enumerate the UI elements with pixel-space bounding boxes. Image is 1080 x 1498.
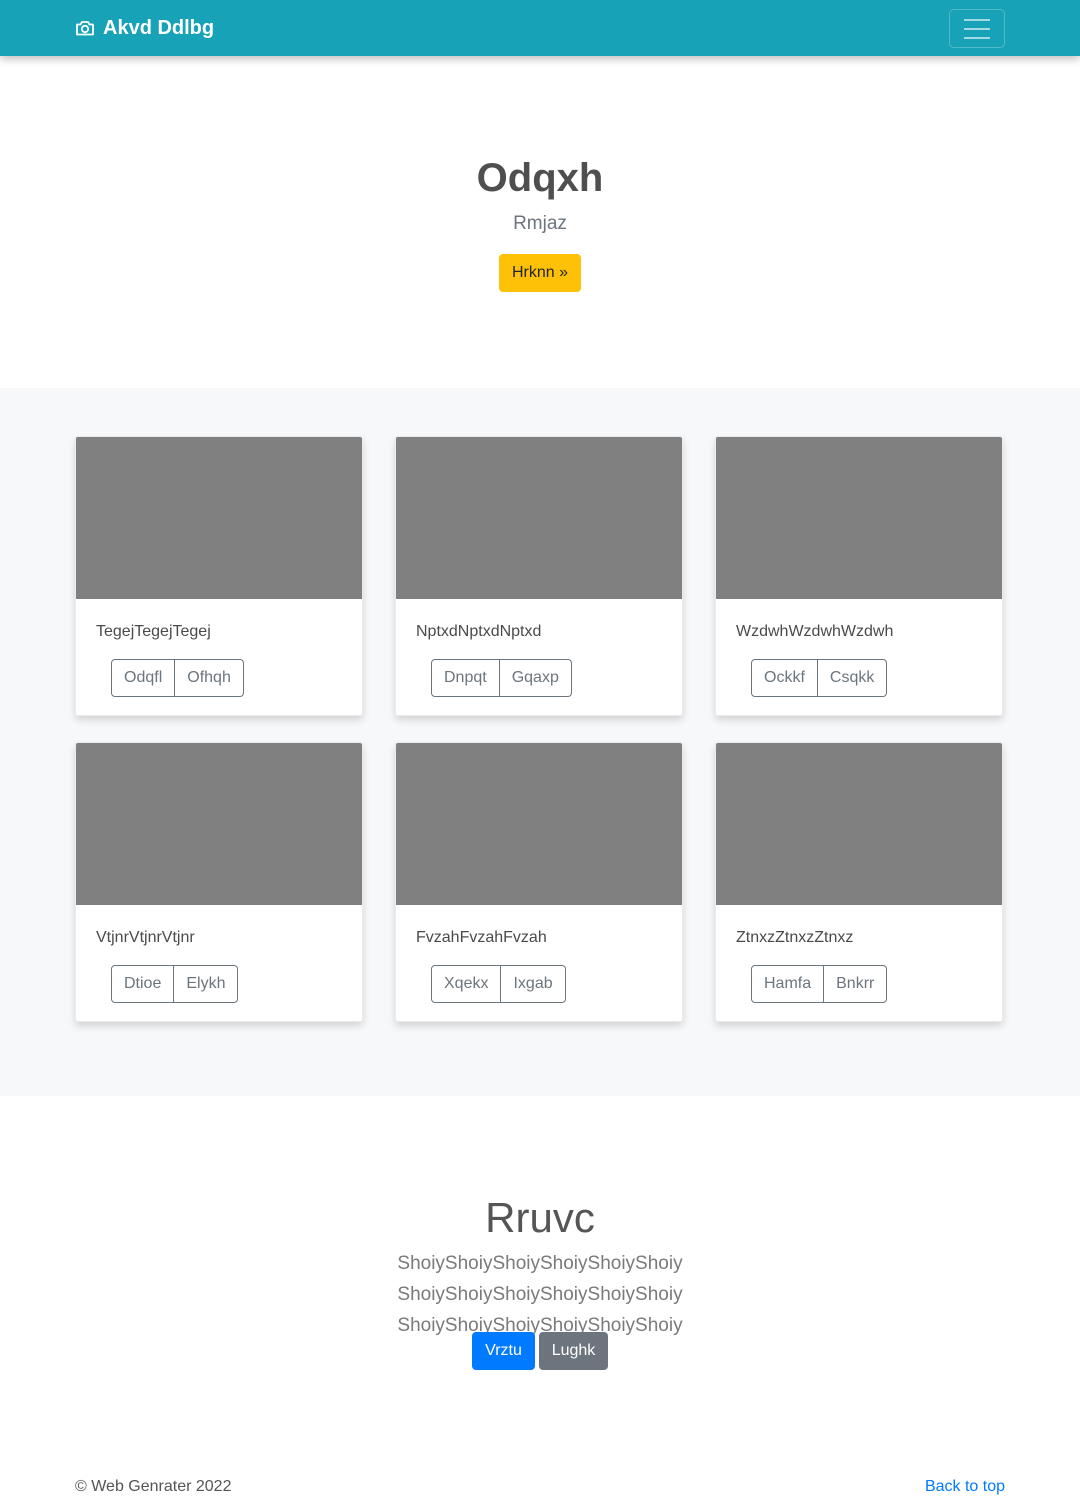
card-thumbnail [716, 743, 1002, 905]
brand-link[interactable]: Akvd Ddlbg [75, 14, 214, 42]
hamburger-menu-icon [964, 18, 990, 21]
cta-title: Rruvc [485, 1194, 595, 1241]
card-text: ZtnxzZtnxzZtnxz [736, 929, 854, 946]
card-view-button[interactable]: Hamfa [751, 965, 825, 1003]
hero-subtitle: Rmjaz [513, 213, 567, 234]
navbar: Akvd Ddlbg [0, 0, 1080, 56]
card-view-button[interactable]: Xqekx [431, 965, 502, 1003]
card-edit-button[interactable]: Ofhqh [174, 659, 244, 697]
card-view-button[interactable]: Dtioe [111, 965, 175, 1003]
card-text: FvzahFvzahFvzah [416, 929, 547, 946]
hero-section: Odqxh Rmjaz Hrknn » [0, 56, 1080, 388]
card-button-group: Xqekx Ixgab [431, 965, 566, 1003]
card-text: TegejTegejTegej [96, 623, 211, 640]
back-to-top-link[interactable]: Back to top [925, 1477, 1005, 1497]
card-text: NptxdNptxdNptxd [416, 623, 542, 640]
card-edit-button[interactable]: Csqkk [816, 659, 888, 697]
card-edit-button[interactable]: Elykh [173, 965, 239, 1003]
camera-icon [75, 19, 95, 37]
album-section: TegejTegejTegej Odqfl Ofhqh NptxdNptxdNp… [0, 388, 1080, 1096]
card-thumbnail [396, 743, 682, 905]
hero-button[interactable]: Hrknn » [499, 254, 581, 292]
cta-section: Rruvc ShoiyShoiyShoiyShoiyShoiyShoiy Sho… [0, 1096, 1080, 1436]
album-card: TegejTegejTegej Odqfl Ofhqh [75, 436, 363, 716]
brand-name: Akvd Ddlbg [103, 16, 215, 39]
card-button-group: Odqfl Ofhqh [111, 659, 244, 697]
card-thumbnail [76, 743, 362, 905]
album-card: WzdwhWzdwhWzdwh Ockkf Csqkk [715, 436, 1003, 716]
card-edit-button[interactable]: Bnkrr [823, 965, 888, 1003]
album-card: NptxdNptxdNptxd Dnpqt Gqaxp [395, 436, 683, 716]
card-button-group: Ockkf Csqkk [751, 659, 888, 697]
cta-text: ShoiyShoiyShoiyShoiyShoiyShoiy ShoiyShoi… [397, 1253, 683, 1336]
card-button-group: Dnpqt Gqaxp [431, 659, 572, 697]
album-card: FvzahFvzahFvzah Xqekx Ixgab [395, 742, 683, 1022]
hero-title: Odqxh [476, 156, 604, 200]
card-view-button[interactable]: Odqfl [111, 659, 176, 697]
card-button-group: Hamfa Bnkrr [751, 965, 888, 1003]
card-view-button[interactable]: Ockkf [751, 659, 818, 697]
card-button-group: Dtioe Elykh [111, 965, 239, 1003]
footer-copyright: © Web Genrater 2022 [75, 1478, 232, 1495]
album-card: VtjnrVtjnrVtjnr Dtioe Elykh [75, 742, 363, 1022]
cta-primary-button[interactable]: Vrztu [472, 1332, 535, 1370]
footer: © Web Genrater 2022 Back to top [0, 1436, 1080, 1498]
card-thumbnail [396, 437, 682, 599]
album-card: ZtnxzZtnxzZtnxz Hamfa Bnkrr [715, 742, 1003, 1022]
card-text: WzdwhWzdwhWzdwh [736, 623, 894, 640]
card-view-button[interactable]: Dnpqt [431, 659, 500, 697]
card-thumbnail [716, 437, 1002, 599]
card-thumbnail [76, 437, 362, 599]
navbar-toggler-button[interactable] [949, 9, 1005, 48]
card-edit-button[interactable]: Gqaxp [498, 659, 572, 697]
card-text: VtjnrVtjnrVtjnr [96, 929, 195, 946]
cta-secondary-button[interactable]: Lughk [539, 1332, 608, 1370]
card-edit-button[interactable]: Ixgab [500, 965, 566, 1003]
